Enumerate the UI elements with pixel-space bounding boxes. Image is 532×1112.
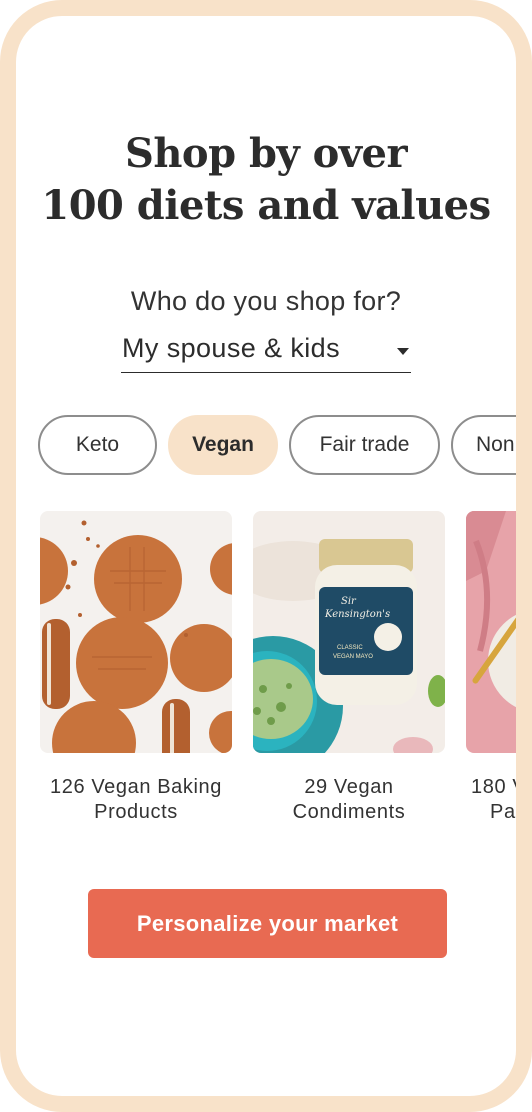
category-card-baking[interactable]: 126 Vegan Baking Products xyxy=(40,511,232,825)
shopper-question: Who do you shop for? xyxy=(130,286,402,316)
chip-keto[interactable]: Keto xyxy=(38,415,157,475)
category-card-condiments[interactable]: Sir Kensington's CLASSIC VEGAN MAYO 29 V… xyxy=(253,511,445,825)
shopper-select[interactable]: My spouse & kids xyxy=(121,330,411,373)
personalize-market-button[interactable]: Personalize your market xyxy=(88,889,447,958)
category-label: 126 Vegan Baking Products xyxy=(40,775,232,825)
title-line-1: Shop by over xyxy=(124,130,408,177)
chip-label: Non xyxy=(476,433,515,456)
chip-non[interactable]: Non xyxy=(451,415,516,475)
chip-label: Vegan xyxy=(192,433,254,456)
pasta-image xyxy=(466,511,516,753)
shopper-select-value: My spouse & kids xyxy=(122,333,340,363)
phone-frame: Shop by over 100 diets and values Who do… xyxy=(0,0,532,1112)
jar-sub-2: VEGAN MAYO xyxy=(333,654,373,660)
title-line-2: 100 diets and values xyxy=(41,182,491,229)
jar-brand-line-2: Kensington's xyxy=(324,609,390,620)
category-label-line-2: Pa xyxy=(490,801,516,823)
category-label: 180 V Pa xyxy=(466,775,527,825)
vegan-mayo-image: Sir Kensington's CLASSIC VEGAN MAYO xyxy=(253,511,445,753)
chip-label: Fair trade xyxy=(319,433,410,456)
category-label-line-2: Products xyxy=(94,801,178,823)
category-label-line-1: 126 Vegan Baking xyxy=(50,776,222,798)
category-card-pasta[interactable]: 180 V Pa xyxy=(466,511,527,825)
page-title: Shop by over 100 diets and values xyxy=(16,128,516,232)
chip-vegan[interactable]: Vegan xyxy=(168,415,278,475)
chip-label: Keto xyxy=(75,433,120,456)
jar-brand-line-1: Sir xyxy=(341,596,357,607)
category-label-line-1: 180 V xyxy=(471,776,527,798)
category-label-line-2: Condiments xyxy=(292,801,406,823)
category-label: 29 Vegan Condiments xyxy=(253,775,445,825)
category-label-line-1: 29 Vegan xyxy=(304,776,394,798)
jar-sub-1: CLASSIC xyxy=(337,645,363,651)
caret-down-icon xyxy=(397,348,409,355)
chip-fair-trade[interactable]: Fair trade xyxy=(289,415,440,475)
cookies-image xyxy=(40,511,232,753)
